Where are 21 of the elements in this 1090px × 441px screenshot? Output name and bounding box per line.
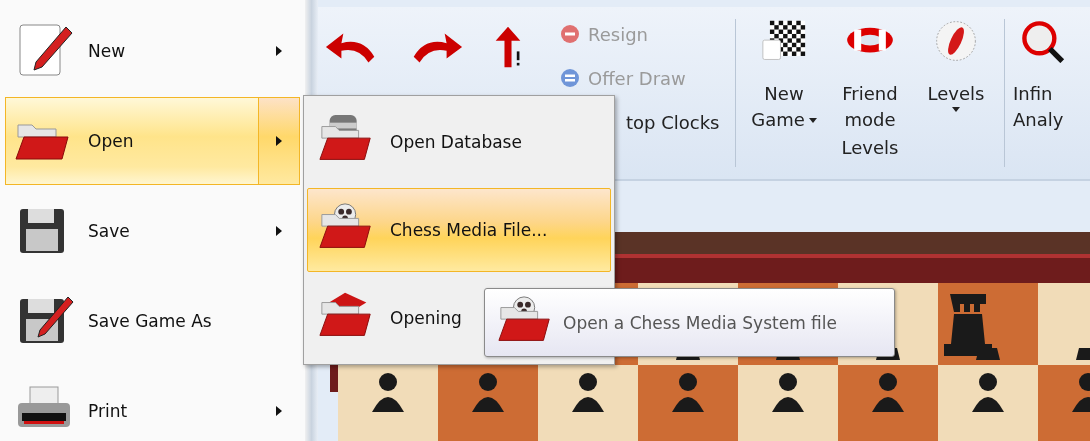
ribbon-button[interactable]: Infin Analy [1005,7,1069,133]
menu-label: Print [88,401,129,421]
group-label: Levels [841,137,899,158]
tooltip-text: Open a Chess Media System file [563,312,837,333]
equals-circle-icon [560,68,580,88]
minus-circle-icon [560,24,580,44]
menu-item[interactable]: Save [5,187,300,275]
menu-label: Save Game As [88,311,213,331]
submenu-item[interactable]: Open Database [307,100,611,185]
ribbon-button[interactable]: Friend mode [830,19,910,133]
menu-item[interactable]: Open [5,97,300,185]
ribbon-button[interactable]: Levels [916,19,996,133]
menu-item[interactable]: New [5,7,300,95]
menu-label: Save [88,221,131,241]
menu-item[interactable]: Print [5,367,300,441]
menu-label: Open [88,131,135,151]
submenu-item[interactable]: Chess Media File... [307,187,611,273]
menu-item[interactable]: Save Game As [5,277,300,365]
ribbon-button[interactable]: New Game [744,19,824,133]
menu-label: New [88,41,127,61]
toolbar-button[interactable]: top Clocks [626,105,735,139]
